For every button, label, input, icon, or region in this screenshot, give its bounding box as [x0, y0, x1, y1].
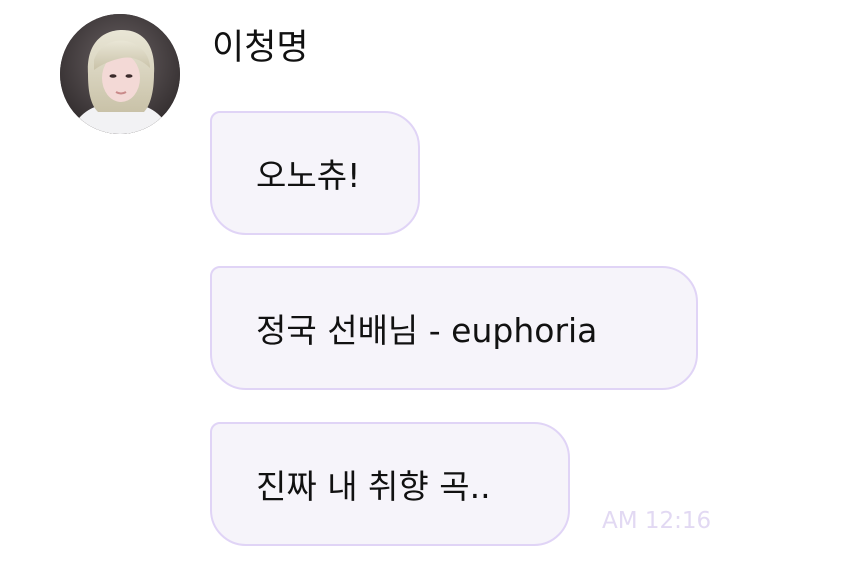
- message-timestamp: AM 12:16: [602, 508, 712, 534]
- message-text: 정국 선배님 - euphoria: [256, 311, 598, 350]
- sender-name: 이청명: [212, 28, 309, 68]
- message-text: 오노츄!: [256, 156, 361, 195]
- message-bubble[interactable]: 진짜 내 취향 곡..: [210, 422, 570, 546]
- message-bubble[interactable]: 오노츄!: [210, 111, 420, 235]
- chat-message-group: 이청명 오노츄! 정국 선배님 - euphoria 진짜 내 취향 곡.. A…: [0, 0, 868, 571]
- avatar[interactable]: [60, 14, 180, 134]
- avatar-photo: [60, 14, 180, 134]
- message-bubble[interactable]: 정국 선배님 - euphoria: [210, 266, 698, 390]
- message-text: 진짜 내 취향 곡..: [256, 467, 491, 506]
